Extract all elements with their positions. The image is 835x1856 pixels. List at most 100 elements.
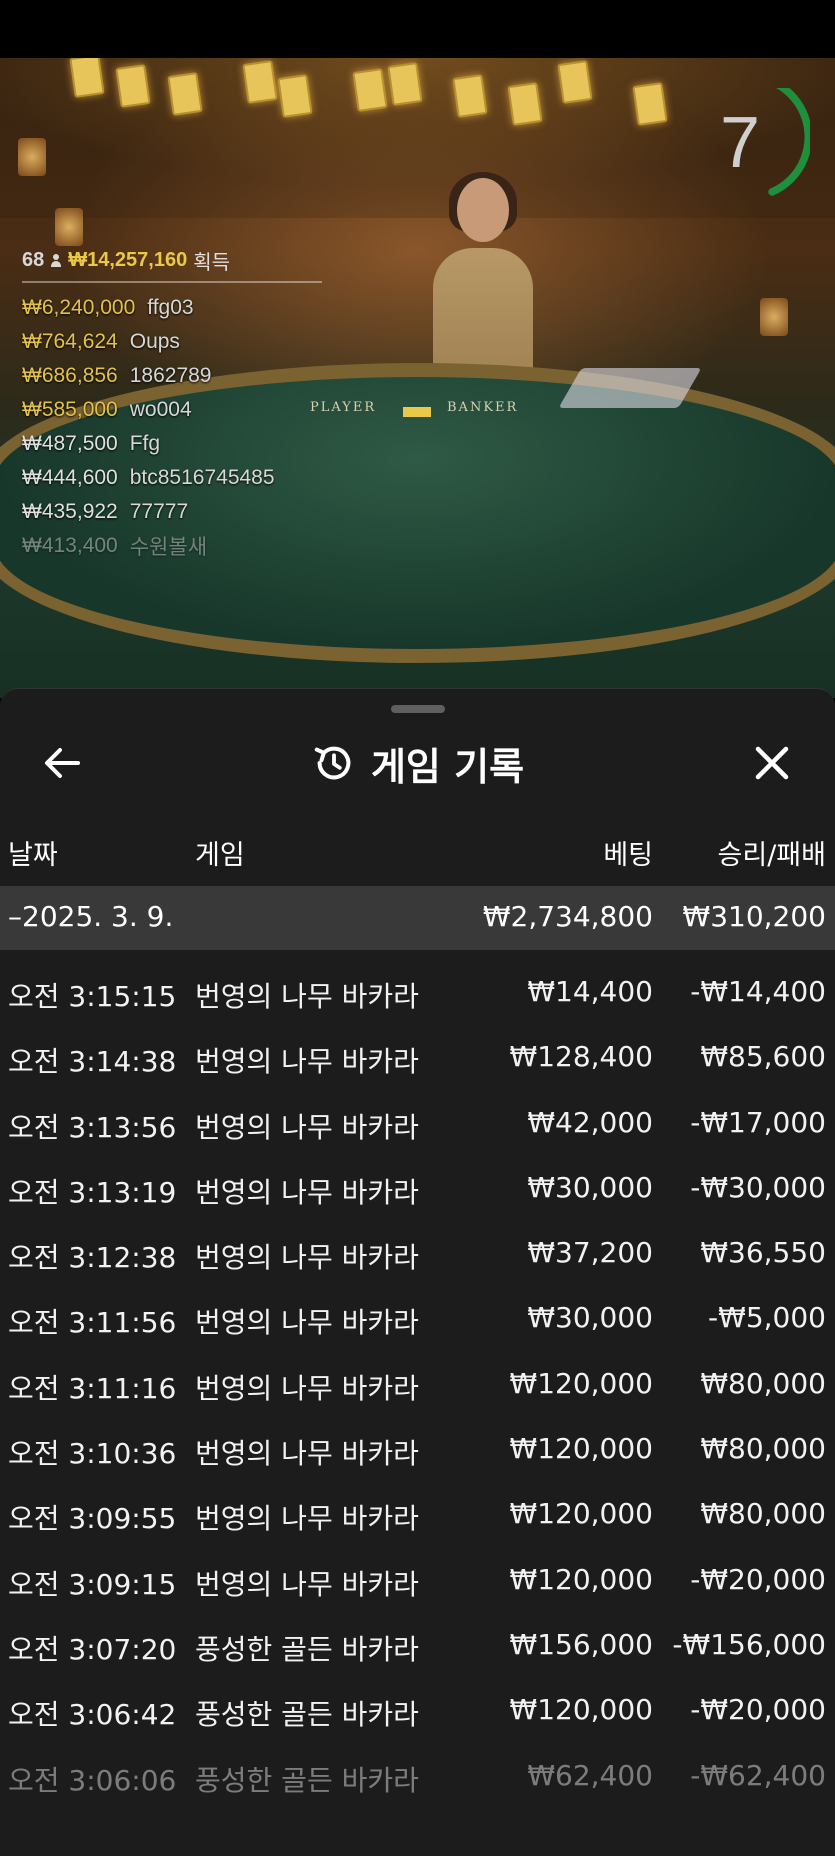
row-time: 오전 3:11:56 bbox=[8, 1306, 177, 1340]
leaderboard-list: ₩6,240,000 ffg03 ₩764,624 Oups ₩686,856 186… bbox=[22, 291, 322, 563]
entry-name: 1862789 bbox=[129, 364, 212, 387]
row-game: 번영의 나무 바카라 bbox=[195, 1502, 419, 1536]
leaderboard-entry: ₩585,000 wo004 bbox=[22, 393, 322, 427]
entry-name: wo004 bbox=[129, 398, 192, 421]
hanging-card bbox=[632, 82, 668, 126]
hanging-card bbox=[277, 74, 313, 118]
row-game: 풍성한 골든 바카라 bbox=[195, 1763, 419, 1797]
hanging-card bbox=[387, 62, 423, 106]
leaderboard-entry: ₩6,240,000 ffg03 bbox=[22, 291, 322, 325]
table-row[interactable]: 오전 3:09:15 번영의 나무 바카라 ₩120,000 -₩20,000 bbox=[0, 1545, 835, 1610]
total-winnings: ₩14,257,160 bbox=[68, 249, 188, 271]
row-time: 오전 3:13:19 bbox=[8, 1175, 177, 1209]
row-time: 오전 3:14:38 bbox=[8, 1045, 177, 1079]
card-shoe bbox=[558, 368, 702, 408]
entry-name: btc8516745485 bbox=[129, 466, 275, 489]
entry-amount: ₩686,856 bbox=[22, 364, 118, 387]
entry-name: ffg03 bbox=[147, 296, 194, 319]
row-bet: ₩120,000 bbox=[509, 1562, 653, 1596]
lantern bbox=[18, 138, 46, 176]
row-game: 번영의 나무 바카라 bbox=[195, 1437, 419, 1471]
table-row[interactable]: 오전 3:13:56 번영의 나무 바카라 ₩42,000 -₩17,000 bbox=[0, 1088, 835, 1153]
hanging-card bbox=[69, 58, 105, 98]
leaderboard-entry: ₩686,856 1862789 bbox=[22, 359, 322, 393]
table-row[interactable]: 오전 3:11:16 번영의 나무 바카라 ₩120,000 ₩80,000 bbox=[0, 1349, 835, 1414]
hanging-card bbox=[167, 72, 203, 116]
table-row[interactable]: 오전 3:15:15 번영의 나무 바카라 ₩14,400 -₩14,400 bbox=[0, 957, 835, 1022]
entry-name: Ffg bbox=[129, 432, 161, 455]
row-game: 번영의 나무 바카라 bbox=[195, 1306, 419, 1340]
row-win-loss: -₩156,000 bbox=[672, 1627, 826, 1661]
table-row[interactable]: 오전 3:14:38 번영의 나무 바카라 ₩128,400 ₩85,600 bbox=[0, 1022, 835, 1087]
row-game: 번영의 나무 바카라 bbox=[195, 1371, 419, 1405]
sheet-header: 게임 기록 bbox=[0, 733, 835, 793]
row-win-loss: ₩80,000 bbox=[700, 1497, 826, 1531]
table-row[interactable]: 오전 3:12:38 번영의 나무 바카라 ₩37,200 ₩36,550 bbox=[0, 1218, 835, 1283]
row-win-loss: -₩20,000 bbox=[690, 1693, 826, 1727]
countdown-timer: 7 bbox=[700, 73, 813, 198]
row-win-loss: ₩80,000 bbox=[700, 1432, 826, 1466]
history-list: 오전 3:15:15 번영의 나무 바카라 ₩14,400 -₩14,400 오전 3… bbox=[0, 957, 835, 1806]
row-bet: ₩62,400 bbox=[527, 1758, 653, 1792]
hanging-card bbox=[507, 82, 543, 126]
entry-amount: ₩585,000 bbox=[22, 398, 118, 421]
table-row[interactable]: 오전 3:11:56 번영의 나무 바카라 ₩30,000 -₩5,000 bbox=[0, 1283, 835, 1348]
row-time: 오전 3:07:20 bbox=[8, 1632, 177, 1666]
table-row[interactable]: 오전 3:13:19 번영의 나무 바카라 ₩30,000 -₩30,000 bbox=[0, 1153, 835, 1218]
row-time: 오전 3:09:15 bbox=[8, 1567, 177, 1601]
row-time: 오전 3:06:42 bbox=[8, 1698, 177, 1732]
total-suffix: 획득 bbox=[193, 252, 231, 274]
row-win-loss: -₩62,400 bbox=[690, 1758, 826, 1792]
table-marker bbox=[403, 407, 431, 417]
person-icon bbox=[50, 253, 62, 268]
row-game: 번영의 나무 바카라 bbox=[195, 1567, 419, 1601]
row-bet: ₩30,000 bbox=[527, 1301, 653, 1335]
leaderboard-entry: ₩487,500 Ffg bbox=[22, 427, 322, 461]
entry-amount: ₩435,922 bbox=[22, 500, 118, 523]
day-summary-row[interactable]: –2025. 3. 9. ₩2,734,800 ₩310,200 bbox=[0, 886, 835, 950]
row-game: 번영의 나무 바카라 bbox=[195, 980, 419, 1013]
table-row[interactable]: 오전 3:10:36 번영의 나무 바카라 ₩120,000 ₩80,000 bbox=[0, 1414, 835, 1479]
table-header: 날짜 게임 베팅 승리/패배 bbox=[0, 819, 835, 879]
table-row[interactable]: 오전 3:06:06 풍성한 골든 바카라 ₩62,400 -₩62,400 bbox=[0, 1741, 835, 1806]
entry-name: 77777 bbox=[129, 500, 189, 523]
row-win-loss: -₩30,000 bbox=[690, 1170, 826, 1204]
entry-name: 수원볼새 bbox=[129, 536, 208, 559]
sheet-drag-handle[interactable] bbox=[391, 705, 445, 713]
row-time: 오전 3:10:36 bbox=[8, 1437, 177, 1471]
table-row[interactable]: 오전 3:06:42 풍성한 골든 바카라 ₩120,000 -₩20,000 bbox=[0, 1675, 835, 1740]
column-game: 게임 bbox=[195, 840, 245, 871]
entry-name: Oups bbox=[129, 330, 180, 353]
day-win-loss-total: ₩310,200 bbox=[682, 900, 826, 933]
leaderboard-entry: ₩444,600 btc8516745485 bbox=[22, 461, 322, 495]
table-label-banker: BANKER bbox=[447, 400, 519, 415]
row-game: 번영의 나무 바카라 bbox=[195, 1045, 419, 1079]
row-win-loss: -₩14,400 bbox=[690, 975, 826, 1008]
row-win-loss: ₩80,000 bbox=[700, 1366, 826, 1400]
close-icon[interactable] bbox=[748, 739, 796, 787]
entry-amount: ₩764,624 bbox=[22, 330, 118, 353]
hanging-card bbox=[115, 64, 151, 108]
column-win-loss: 승리/패배 bbox=[717, 840, 826, 871]
leaderboard-entry: ₩435,922 77777 bbox=[22, 495, 322, 529]
row-game: 번영의 나무 바카라 bbox=[195, 1110, 419, 1144]
lantern bbox=[760, 298, 788, 336]
row-bet: ₩37,200 bbox=[527, 1236, 653, 1270]
page-title: 게임 기록 bbox=[370, 744, 525, 789]
row-bet: ₩120,000 bbox=[509, 1366, 653, 1400]
row-win-loss: ₩36,550 bbox=[700, 1236, 826, 1270]
row-bet: ₩14,400 bbox=[527, 975, 653, 1008]
row-win-loss: -₩5,000 bbox=[708, 1301, 826, 1335]
player-count: 68 bbox=[22, 249, 45, 271]
row-game: 번영의 나무 바카라 bbox=[195, 1175, 419, 1209]
table-row[interactable]: 오전 3:07:20 풍성한 골든 바카라 ₩156,000 -₩156,000 bbox=[0, 1610, 835, 1675]
row-time: 오전 3:12:38 bbox=[8, 1241, 177, 1275]
hanging-card bbox=[452, 74, 488, 118]
entry-amount: ₩6,240,000 bbox=[22, 296, 136, 319]
hanging-card bbox=[557, 60, 593, 104]
row-time: 오전 3:09:55 bbox=[8, 1502, 177, 1536]
row-time: 오전 3:15:15 bbox=[8, 980, 177, 1013]
table-row[interactable]: 오전 3:09:55 번영의 나무 바카라 ₩120,000 ₩80,000 bbox=[0, 1479, 835, 1544]
entry-amount: ₩413,400 bbox=[22, 534, 118, 557]
row-win-loss: ₩85,600 bbox=[700, 1040, 826, 1074]
